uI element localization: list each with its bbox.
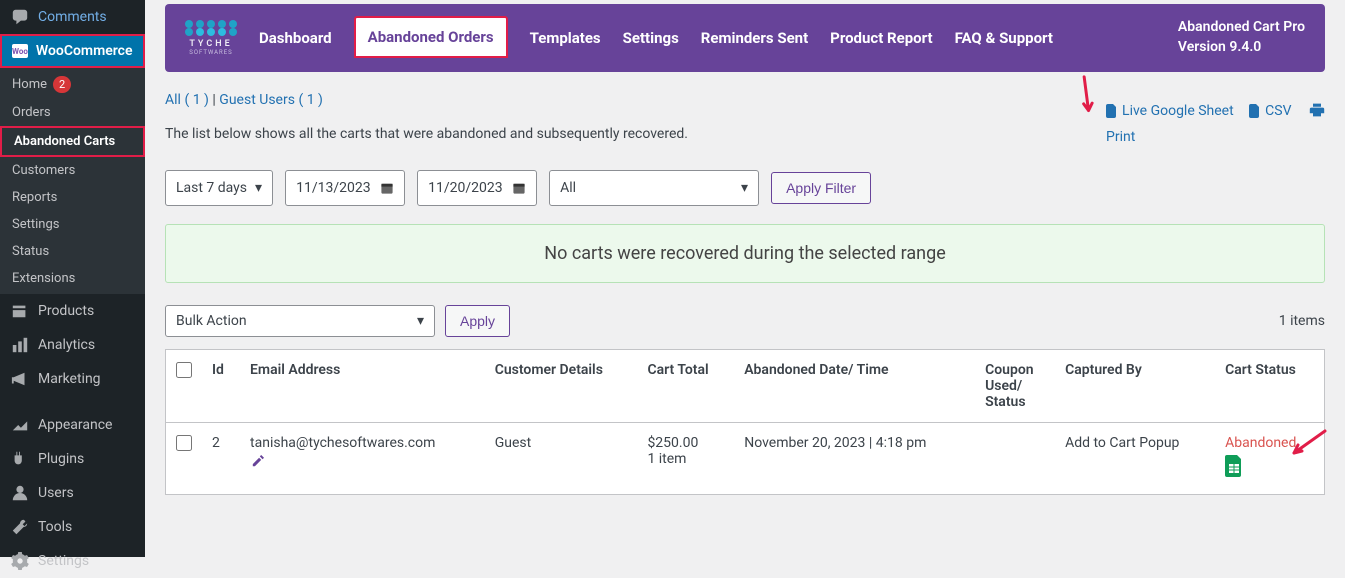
google-sheet-icon[interactable] [1225, 455, 1243, 482]
calendar-icon [512, 181, 526, 195]
chevron-down-icon: ▾ [255, 180, 262, 196]
tools-icon [10, 517, 30, 537]
col-customer[interactable]: Customer Details [485, 349, 638, 422]
file-icon [1106, 104, 1118, 118]
table-row: 2 tanisha@tychesoftwares.com Guest $250.… [166, 422, 1325, 494]
file-icon [1249, 104, 1261, 118]
tab-settings[interactable]: Settings [623, 29, 679, 47]
home-badge: 2 [53, 76, 71, 93]
export-print-icon[interactable] [1309, 102, 1325, 118]
empty-notice: No carts were recovered during the selec… [165, 224, 1325, 283]
sub-settings[interactable]: Settings [0, 211, 145, 238]
col-id[interactable]: Id [202, 349, 240, 422]
export-print[interactable]: Print [1106, 126, 1135, 148]
date-end-input[interactable]: 11/20/2023 [417, 170, 537, 206]
sidebar-item-users[interactable]: Users [0, 476, 145, 510]
plugin-nav: Dashboard Abandoned Orders Templates Set… [259, 18, 1053, 58]
sidebar-item-appearance[interactable]: Appearance [0, 408, 145, 442]
print-icon [1309, 102, 1325, 118]
woo-submenu: Home 2 Orders Abandoned Carts Customers … [0, 68, 145, 294]
export-links: Live Google Sheet CSV Print [1094, 100, 1325, 148]
sub-status[interactable]: Status [0, 238, 145, 265]
marketing-icon [10, 369, 30, 389]
sidebar-item-plugins[interactable]: Plugins [0, 442, 145, 476]
tyche-logo: TYCHE SOFTWARES [185, 20, 237, 56]
export-google-sheet[interactable]: Live Google Sheet [1106, 100, 1234, 122]
admin-sidebar: Comments Woo WooCommerce Home 2 Orders A… [0, 0, 145, 557]
products-icon [10, 301, 30, 321]
sidebar-item-tools[interactable]: Tools [0, 510, 145, 544]
sub-customers[interactable]: Customers [0, 157, 145, 184]
filter-controls: Last 7 days ▾ 11/13/2023 11/20/2023 All … [165, 170, 1325, 206]
sidebar-item-settings[interactable]: Settings [0, 544, 145, 578]
gear-icon [10, 551, 30, 571]
cell-email: tanisha@tychesoftwares.com [240, 422, 485, 494]
sidebar-item-products[interactable]: Products [0, 294, 145, 328]
sidebar-label: WooCommerce [36, 43, 133, 59]
sidebar-item-comments[interactable]: Comments [0, 0, 145, 34]
cell-id: 2 [202, 422, 240, 494]
carts-table: Id Email Address Customer Details Cart T… [165, 349, 1325, 495]
cell-date: November 20, 2023 | 4:18 pm [734, 422, 975, 494]
woo-icon: Woo [12, 44, 28, 58]
tab-dashboard[interactable]: Dashboard [259, 29, 332, 47]
version-info: Abandoned Cart Pro Version 9.4.0 [1178, 18, 1305, 57]
apply-filter-button[interactable]: Apply Filter [771, 172, 871, 204]
sub-extensions[interactable]: Extensions [0, 265, 145, 292]
cell-customer: Guest [485, 422, 638, 494]
items-count: 1 items [1279, 313, 1325, 329]
col-date[interactable]: Abandoned Date/ Time [734, 349, 975, 422]
filter-all[interactable]: All ( 1 ) [165, 92, 209, 108]
sub-orders[interactable]: Orders [0, 99, 145, 126]
sidebar-item-analytics[interactable]: Analytics [0, 328, 145, 362]
tab-faq[interactable]: FAQ & Support [955, 29, 1053, 47]
chevron-down-icon: ▾ [417, 313, 424, 329]
bulk-action-select[interactable]: Bulk Action ▾ [165, 305, 435, 337]
date-start-input[interactable]: 11/13/2023 [285, 170, 405, 206]
sub-reports[interactable]: Reports [0, 184, 145, 211]
calendar-icon [380, 181, 394, 195]
bulk-actions-row: Bulk Action ▾ Apply 1 items [165, 305, 1325, 337]
chevron-down-icon: ▾ [741, 180, 748, 196]
col-coupon[interactable]: Coupon Used/ Status [975, 349, 1055, 422]
sub-home[interactable]: Home 2 [0, 70, 145, 99]
sidebar-item-woocommerce[interactable]: Woo WooCommerce [0, 34, 145, 68]
export-csv[interactable]: CSV [1249, 100, 1291, 122]
annotation-arrow-icon [1280, 427, 1330, 461]
col-captured[interactable]: Captured By [1055, 349, 1215, 422]
page-description: The list below shows all the carts that … [165, 126, 1094, 142]
cell-total: $250.001 item [637, 422, 734, 494]
apply-bulk-button[interactable]: Apply [445, 305, 510, 337]
col-status[interactable]: Cart Status [1215, 349, 1324, 422]
row-checkbox[interactable] [176, 435, 192, 451]
tab-reminders-sent[interactable]: Reminders Sent [701, 29, 808, 47]
cell-status: Abandoned [1215, 422, 1324, 494]
sidebar-label: Comments [38, 9, 107, 25]
select-all-checkbox[interactable] [176, 362, 192, 378]
appearance-icon [10, 415, 30, 435]
plugin-header: TYCHE SOFTWARES Dashboard Abandoned Orde… [165, 4, 1325, 72]
cell-coupon [975, 422, 1055, 494]
tab-product-report[interactable]: Product Report [830, 29, 932, 47]
tab-templates[interactable]: Templates [530, 29, 601, 47]
tab-abandoned-orders[interactable]: Abandoned Orders [354, 16, 508, 58]
filter-guest[interactable]: Guest Users ( 1 ) [219, 92, 323, 108]
main-content: TYCHE SOFTWARES Dashboard Abandoned Orde… [145, 0, 1345, 557]
comments-icon [10, 7, 30, 27]
col-total[interactable]: Cart Total [637, 349, 734, 422]
edit-icon[interactable] [250, 455, 264, 473]
cell-captured: Add to Cart Popup [1055, 422, 1215, 494]
sub-abandoned-carts[interactable]: Abandoned Carts [0, 126, 145, 157]
date-range-select[interactable]: Last 7 days ▾ [165, 170, 273, 206]
col-email[interactable]: Email Address [240, 349, 485, 422]
status-filter-select[interactable]: All ▾ [549, 170, 759, 206]
plugins-icon [10, 449, 30, 469]
analytics-icon [10, 335, 30, 355]
sidebar-item-marketing[interactable]: Marketing [0, 362, 145, 396]
users-icon [10, 483, 30, 503]
